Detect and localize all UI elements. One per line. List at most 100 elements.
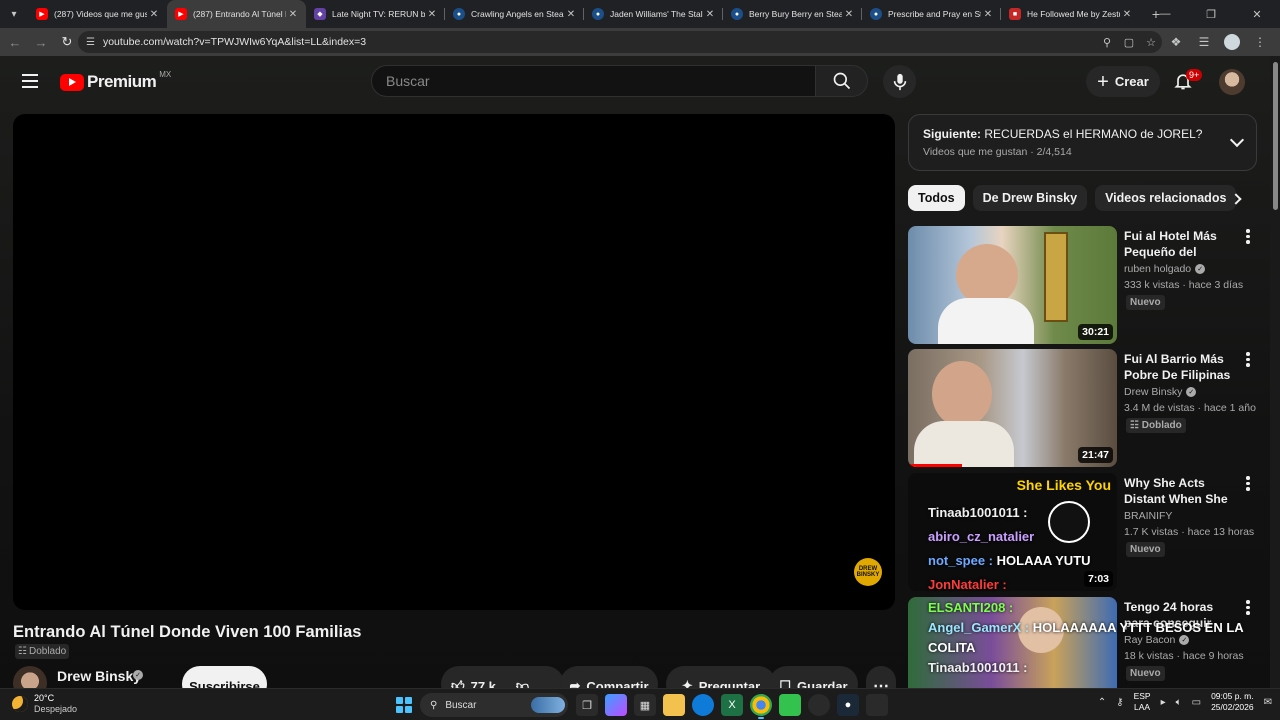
rec-title[interactable]: Why She Acts Distant When She Likes Yo..… — [1124, 475, 1239, 509]
microphone-icon[interactable]: ⚷ — [1116, 697, 1123, 708]
scrollbar-thumb[interactable] — [1273, 62, 1278, 210]
store-icon[interactable]: ▦ — [634, 694, 656, 716]
url-text[interactable]: youtube.com/watch?v=TPWJWIw6YqA&list=LL&… — [103, 36, 1096, 48]
more-vert-icon[interactable] — [1246, 229, 1250, 244]
restore-icon[interactable]: ❐ — [1188, 0, 1234, 28]
rec-title[interactable]: Fui al Hotel Más Pequeño del Mundo — [1124, 228, 1239, 262]
app-icon[interactable] — [779, 694, 801, 716]
chat-user: Angel_GamerX : — [928, 620, 1030, 635]
chrome-icon[interactable] — [750, 694, 772, 719]
close-icon[interactable]: ✕ — [147, 9, 161, 20]
site-info-icon[interactable]: ☰ — [86, 37, 95, 48]
task-view-icon[interactable]: ❐ — [576, 694, 598, 716]
browser-tab[interactable]: ■ He Followed Me by Zestu ✕ — [1001, 0, 1140, 28]
close-icon[interactable]: ✕ — [564, 9, 578, 20]
video-thumbnail[interactable]: 30:21 — [908, 226, 1117, 344]
account-avatar[interactable] — [1219, 69, 1245, 95]
start-button[interactable] — [396, 697, 412, 713]
tab-search-dropdown[interactable]: ▾ — [0, 0, 28, 28]
dislike-icon[interactable]: 👎︎ — [516, 678, 529, 688]
file-explorer-icon[interactable] — [663, 694, 685, 716]
playlist-next-panel[interactable]: Siguiente: RECUERDAS el HERMANO de JOREL… — [908, 114, 1257, 171]
app-icon[interactable] — [866, 694, 888, 716]
network-icon[interactable]: ▸ — [1161, 697, 1166, 708]
chips-next-button[interactable] — [1226, 189, 1246, 209]
copilot-icon[interactable] — [605, 694, 627, 716]
rec-channel-name[interactable]: BRAINIFY — [1124, 510, 1172, 522]
search-button[interactable] — [816, 65, 868, 97]
profile-icon[interactable] — [1220, 30, 1244, 54]
page-scrollbar[interactable] — [1270, 56, 1280, 688]
browser-tab[interactable]: ● Prescribe and Pray en Ste ✕ — [862, 0, 1001, 28]
notification-center-icon[interactable]: ✉ — [1264, 697, 1272, 708]
browser-tab[interactable]: ● Berry Bury Berry en Steam ✕ — [723, 0, 862, 28]
cast-icon[interactable]: ▢ — [1118, 36, 1140, 49]
back-icon[interactable]: ← — [2, 29, 28, 55]
rec-channel-name[interactable]: Drew Binsky — [1124, 386, 1182, 398]
close-icon[interactable]: ✕ — [425, 9, 439, 20]
close-icon[interactable]: ✕ — [703, 9, 717, 20]
browser-tab-active[interactable]: ▶ (287) Entrando Al Túnel D ✕ — [167, 0, 306, 28]
channel-avatar[interactable] — [13, 666, 47, 688]
weather-widget[interactable]: 20°C Despejado — [12, 693, 77, 715]
taskbar-search[interactable]: ⚲ Buscar — [420, 693, 568, 717]
more-vert-icon[interactable] — [1246, 476, 1250, 491]
excel-icon[interactable]: X — [721, 694, 743, 716]
extensions-icon[interactable]: ❖ — [1164, 30, 1188, 54]
more-vert-icon[interactable] — [1246, 352, 1250, 367]
chip-todos[interactable]: Todos — [908, 185, 965, 211]
menu-icon[interactable]: ⋮ — [1248, 30, 1272, 54]
channel-name[interactable]: Drew Binsky — [57, 668, 141, 684]
save-button[interactable]: ☐ Guardar — [769, 666, 858, 688]
recommended-video[interactable]: 30:21 Fui al Hotel Más Pequeño del Mundo… — [908, 226, 1257, 344]
forward-icon[interactable]: → — [28, 29, 54, 55]
close-icon[interactable]: ✕ — [842, 9, 856, 20]
video-player[interactable]: DREW BINSKY — [13, 114, 895, 610]
recommended-video[interactable]: 21:47 Fui Al Barrio Más Pobre De Filipin… — [908, 349, 1257, 467]
clock[interactable]: 09:05 p. m. 25/02/2026 — [1211, 691, 1254, 713]
chevron-up-icon[interactable]: ⌃ — [1098, 697, 1106, 708]
youtube-icon: ▶ — [175, 8, 187, 20]
browser-tab[interactable]: ▶ (287) Videos que me gust ✕ — [28, 0, 167, 28]
bookmark-star-icon[interactable]: ☆ — [1140, 36, 1162, 49]
github-icon[interactable] — [808, 694, 830, 716]
voice-search-button[interactable] — [883, 65, 916, 98]
youtube-premium-logo[interactable]: Premium MX — [60, 70, 171, 92]
steam-icon[interactable]: ● — [837, 694, 859, 716]
search-input[interactable]: Buscar — [371, 65, 816, 97]
battery-icon[interactable]: ▭ — [1192, 697, 1201, 708]
chip-channel[interactable]: De Drew Binsky — [972, 185, 1088, 211]
minimize-icon[interactable]: — — [1142, 0, 1188, 28]
like-icon[interactable]: 👍︎ — [451, 678, 465, 688]
edge-icon[interactable] — [692, 694, 714, 716]
zoom-icon[interactable]: ⚲ — [1096, 36, 1118, 49]
chip-related[interactable]: Videos relacionados — [1095, 185, 1237, 211]
rec-channel[interactable]: ruben holgado ✓ — [1124, 263, 1206, 275]
close-icon[interactable]: ✕ — [1120, 9, 1134, 20]
reload-icon[interactable]: ↻ — [54, 29, 80, 55]
subscribe-button[interactable]: Suscribirse — [182, 666, 267, 688]
like-count[interactable]: 77 k — [471, 679, 496, 689]
language-indicator[interactable]: ESP LAA — [1134, 691, 1151, 713]
channel-watermark[interactable]: DREW BINSKY — [854, 558, 882, 586]
chevron-down-icon[interactable] — [1229, 132, 1245, 148]
create-button[interactable]: + Crear — [1086, 66, 1160, 97]
hamburger-menu-icon[interactable] — [18, 69, 42, 93]
rec-channel[interactable]: Drew Binsky ✓ — [1124, 386, 1197, 398]
browser-tab[interactable]: ● Crawling Angels en Steam ✕ — [445, 0, 584, 28]
video-thumbnail[interactable]: 21:47 — [908, 349, 1117, 467]
volume-icon[interactable]: 🔈︎ — [1176, 697, 1182, 708]
ask-button[interactable]: ✦ Preguntar — [666, 666, 776, 688]
close-icon[interactable]: ✕ — [981, 9, 995, 20]
rec-channel[interactable]: BRAINIFY — [1124, 510, 1172, 522]
rec-title[interactable]: Fui Al Barrio Más Pobre De Filipinas — [1124, 351, 1239, 383]
media-controls-icon[interactable]: ☰ — [1192, 30, 1216, 54]
more-actions-button[interactable]: ⋯ — [866, 666, 896, 688]
address-bar[interactable]: ☰ youtube.com/watch?v=TPWJWIw6YqA&list=L… — [78, 31, 1162, 53]
browser-tab[interactable]: ● Jaden Williams' The Stalk ✕ — [584, 0, 723, 28]
rec-channel-name[interactable]: ruben holgado — [1124, 263, 1191, 275]
browser-tab[interactable]: ◆ Late Night TV: RERUN by ✕ — [306, 0, 445, 28]
close-icon[interactable]: ✕ — [286, 9, 300, 20]
share-button[interactable]: ➦ Compartir — [560, 666, 658, 688]
close-window-icon[interactable]: ✕ — [1234, 0, 1280, 28]
